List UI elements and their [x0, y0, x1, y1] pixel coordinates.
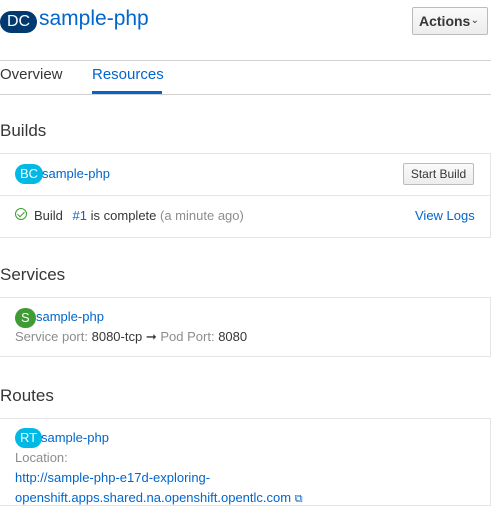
route-link[interactable]: sample-php	[41, 430, 109, 445]
tab-overview[interactable]: Overview	[0, 66, 63, 83]
arrow-right-icon: ➞	[145, 329, 157, 344]
builds-heading: Builds	[0, 121, 47, 140]
actions-dropdown-button[interactable]: Actions ⌄	[412, 7, 488, 35]
active-tab-indicator	[92, 91, 162, 94]
build-prefix: Build	[34, 208, 63, 223]
routes-heading: Routes	[0, 386, 54, 405]
build-status-text: Build #1 is complete (a minute ago)	[34, 208, 244, 223]
service-port-line: Service port: 8080-tcp ➞ Pod Port: 8080	[15, 329, 247, 345]
build-config-link[interactable]: sample-php	[42, 166, 110, 181]
route-url-line1[interactable]: http://sample-php-e17d-exploring-	[15, 470, 210, 485]
build-time: (a minute ago)	[160, 208, 244, 223]
build-number-link[interactable]: #1	[73, 208, 87, 223]
chevron-down-icon: ⌄	[470, 15, 479, 26]
pod-port-label: Pod Port:	[160, 329, 215, 344]
start-build-button[interactable]: Start Build	[403, 163, 474, 185]
tab-bar: Overview Resources	[0, 60, 491, 95]
service-badge: S	[15, 308, 36, 328]
service-link[interactable]: sample-php	[36, 309, 104, 324]
service-row	[0, 297, 491, 357]
service-port-label: Service port:	[15, 329, 88, 344]
route-badge: RT	[15, 428, 43, 448]
pod-port-value: 8080	[218, 329, 248, 344]
check-circle-icon	[15, 208, 27, 220]
route-location-label: Location:	[15, 450, 68, 465]
view-logs-link[interactable]: View Logs	[415, 208, 475, 223]
deployment-config-badge: DC	[0, 11, 38, 33]
service-port-value: 8080-tcp	[91, 329, 143, 344]
services-heading: Services	[0, 265, 66, 284]
page-title[interactable]: sample-php	[39, 7, 149, 31]
route-url-line2[interactable]: openshift.apps.shared.na.openshift.opent…	[15, 490, 291, 505]
page-header: DC sample-php Actions ⌄	[0, 0, 491, 61]
route-url-line2-container: openshift.apps.shared.na.openshift.opent…	[15, 490, 303, 506]
build-config-badge: BC	[15, 164, 44, 184]
build-state: is complete	[90, 208, 157, 223]
tab-resources[interactable]: Resources	[92, 66, 164, 83]
actions-label: Actions	[419, 13, 471, 29]
external-link-icon[interactable]: ⧉	[295, 493, 303, 505]
